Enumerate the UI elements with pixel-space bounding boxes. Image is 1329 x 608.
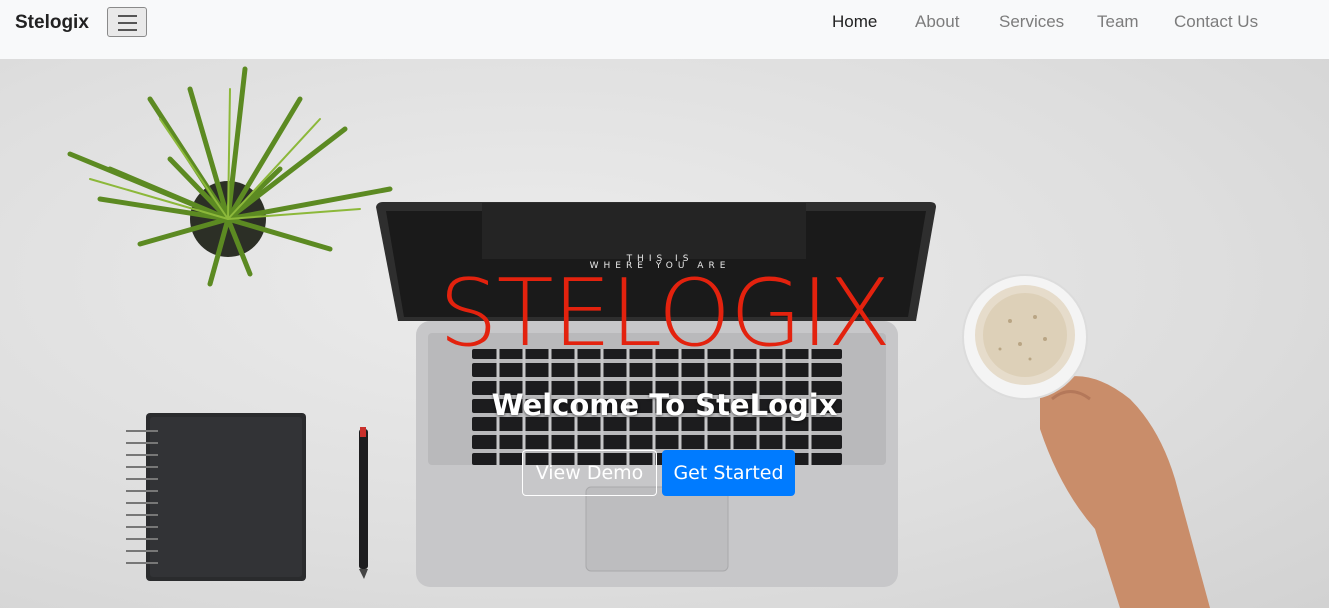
hamburger-menu-icon <box>118 15 137 17</box>
nav-link-contact-us[interactable]: Contact Us <box>1174 12 1258 32</box>
nav-link-about[interactable]: About <box>915 12 959 32</box>
hamburger-line <box>118 29 137 31</box>
navbar-toggler-button[interactable] <box>107 7 147 37</box>
pen-image <box>359 427 368 579</box>
hero-section: THIS IS WHERE YOU ARE STELOGIX Welcome T… <box>0 59 1329 608</box>
plant-image <box>67 66 393 287</box>
brand-logo[interactable]: Stelogix <box>15 12 89 34</box>
navbar: Stelogix Home About Services Team Contac… <box>0 0 1329 59</box>
hamburger-line <box>118 22 137 24</box>
hero-title: STELOGIX <box>438 259 892 367</box>
nav-link-home[interactable]: Home <box>832 12 877 32</box>
nav-link-services[interactable]: Services <box>999 12 1064 32</box>
get-started-button[interactable]: Get Started <box>662 450 795 496</box>
hero-subtitle: Welcome To SteLogix <box>491 388 838 422</box>
nav-link-team[interactable]: Team <box>1097 12 1139 32</box>
notebook-image <box>126 413 306 581</box>
view-demo-button[interactable]: View Demo <box>522 450 657 496</box>
